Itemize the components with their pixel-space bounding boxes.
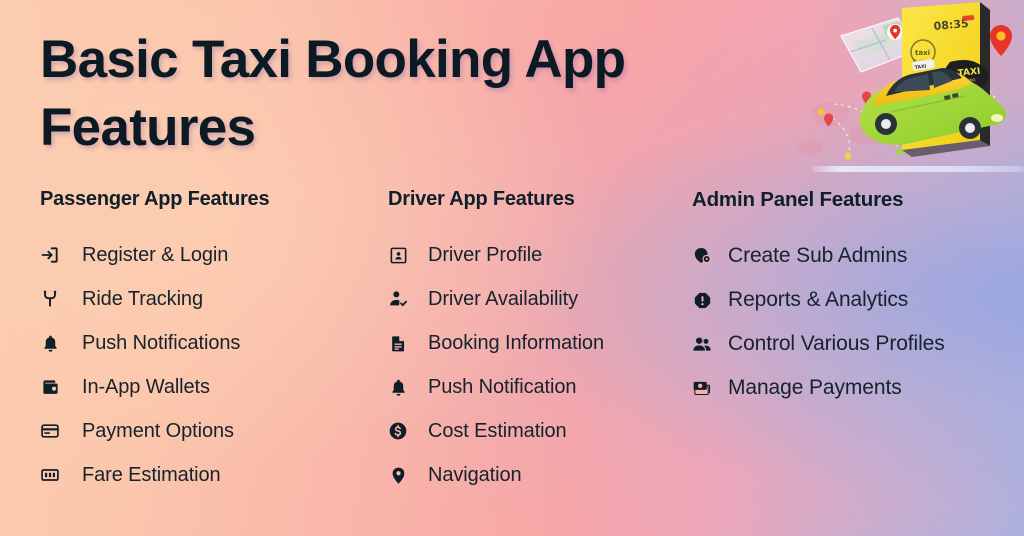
bell-icon [40, 333, 60, 353]
feature-item-create-sub-admins[interactable]: Create Sub Admins [692, 234, 1012, 278]
feature-item-fare-estimation[interactable]: Fare Estimation [40, 453, 370, 497]
admin-features-column: Admin Panel Features Create Sub Admins R… [692, 188, 1012, 410]
feature-item-control-various-profiles[interactable]: Control Various Profiles [692, 322, 1012, 366]
admin-feature-list: Create Sub Admins Reports & Analytics Co… [692, 234, 1012, 410]
wallet-icon [40, 377, 60, 397]
feature-item-navigation[interactable]: Navigation [388, 453, 688, 497]
feature-label: Reports & Analytics [728, 288, 909, 311]
feature-label: Payment Options [82, 419, 234, 442]
id-card-icon [388, 245, 408, 265]
feature-label: Driver Profile [428, 243, 543, 266]
feature-label: Driver Availability [428, 287, 579, 310]
feature-item-driver-profile[interactable]: Driver Profile [388, 233, 688, 277]
taxi-booking-illustration: 08:35 taxi Booking TAXI BOOKING [794, 0, 1024, 180]
feature-item-ride-tracking[interactable]: Ride Tracking [40, 277, 370, 321]
location-pin-icon [388, 465, 408, 485]
svg-text:taxi: taxi [915, 49, 930, 57]
feature-item-push-notification[interactable]: Push Notification [388, 365, 688, 409]
feature-item-booking-information[interactable]: Booking Information [388, 321, 688, 365]
driver-column-heading: Driver App Features [388, 188, 575, 210]
feature-item-in-app-wallets[interactable]: In-App Wallets [40, 365, 370, 409]
driver-features-column: Driver App Features Driver Profile Drive… [388, 188, 688, 497]
person-check-icon [388, 289, 408, 309]
passenger-features-column: Passenger App Features Register & Login [40, 188, 370, 497]
passenger-column-heading: Passenger App Features [40, 188, 270, 210]
feature-item-reports-analytics[interactable]: Reports & Analytics [692, 278, 1012, 322]
banknote-icon [40, 465, 60, 485]
page-title: Basic Taxi Booking App Features [40, 30, 626, 157]
document-icon [388, 333, 408, 353]
credit-card-icon [40, 421, 60, 441]
driver-feature-list: Driver Profile Driver Availability Booki… [388, 233, 688, 497]
passenger-feature-list: Register & Login Ride Tracking Push Noti… [40, 233, 370, 497]
route-fork-icon [40, 289, 60, 309]
feature-label: Register & Login [82, 243, 229, 266]
feature-label: Fare Estimation [82, 463, 221, 486]
feature-label: Navigation [428, 463, 522, 486]
feature-label: Control Various Profiles [728, 332, 945, 355]
feature-label: Push Notification [428, 375, 577, 398]
feature-item-payment-options[interactable]: Payment Options [40, 409, 370, 453]
alert-octagon-icon [692, 290, 712, 310]
bell-icon [388, 377, 408, 397]
user-badge-icon [692, 246, 712, 266]
admin-column-heading: Admin Panel Features [692, 188, 904, 211]
feature-label: Manage Payments [728, 376, 902, 399]
feature-item-driver-availability[interactable]: Driver Availability [388, 277, 688, 321]
feature-item-register-login[interactable]: Register & Login [40, 233, 370, 277]
feature-item-manage-payments[interactable]: Manage Payments [692, 366, 1012, 410]
feature-item-cost-estimation[interactable]: Cost Estimation [388, 409, 688, 453]
users-group-icon [692, 334, 712, 354]
feature-label: In-App Wallets [82, 375, 210, 398]
login-arrow-icon [40, 245, 60, 265]
feature-label: Push Notifications [82, 331, 241, 354]
feature-label: Create Sub Admins [728, 244, 908, 267]
cash-stack-icon [692, 378, 712, 398]
feature-label: Ride Tracking [82, 287, 203, 310]
feature-label: Cost Estimation [428, 419, 567, 442]
dollar-coin-icon [388, 421, 408, 441]
feature-item-push-notifications[interactable]: Push Notifications [40, 321, 370, 365]
feature-label: Booking Information [428, 331, 604, 354]
